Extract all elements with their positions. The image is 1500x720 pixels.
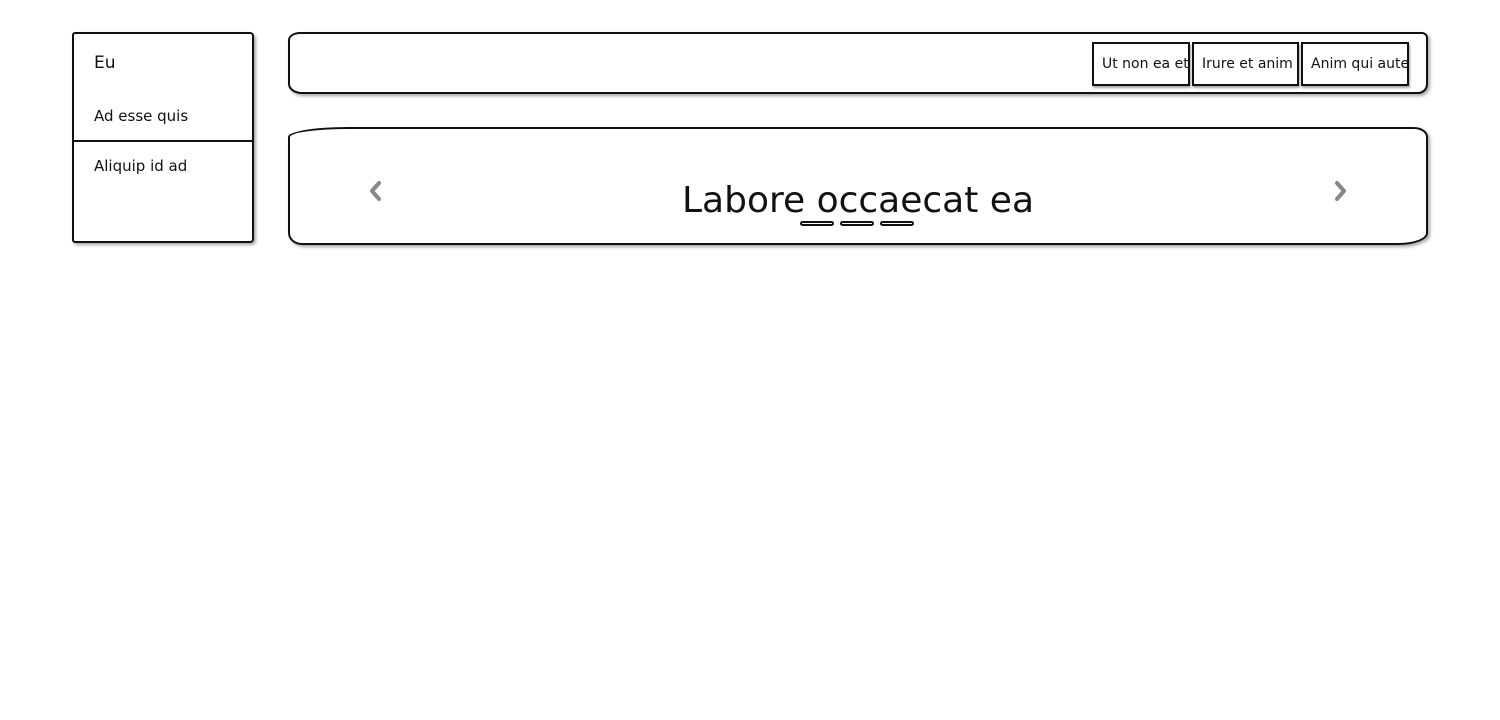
carousel-indicator[interactable] [800,221,834,226]
carousel-next-button[interactable] [1328,177,1352,205]
nav-button-group: Ut non ea et Irure et anim Anim qui aute [1092,42,1409,86]
carousel-indicators [800,221,914,226]
nav-button-ut-non-ea-et[interactable]: Ut non ea et [1092,42,1190,86]
carousel: Labore occaecat ea [288,127,1428,245]
carousel-indicator[interactable] [880,221,914,226]
sidebar: Eu Ad esse quis Aliquip id ad [72,32,254,243]
chevron-right-icon [1335,181,1346,201]
sidebar-item-aliquip-id-ad[interactable]: Aliquip id ad [94,156,187,176]
sidebar-divider [74,140,252,142]
carousel-indicator[interactable] [840,221,874,226]
top-navbar: Ut non ea et Irure et anim Anim qui aute [288,32,1428,94]
sidebar-item-ad-esse-quis[interactable]: Ad esse quis [94,106,188,126]
nav-button-anim-qui-aute[interactable]: Anim qui aute [1301,42,1409,86]
carousel-caption: Labore occaecat ea [681,180,1035,221]
sidebar-title: Eu [94,53,116,73]
nav-button-irure-et-anim[interactable]: Irure et anim [1192,42,1299,86]
